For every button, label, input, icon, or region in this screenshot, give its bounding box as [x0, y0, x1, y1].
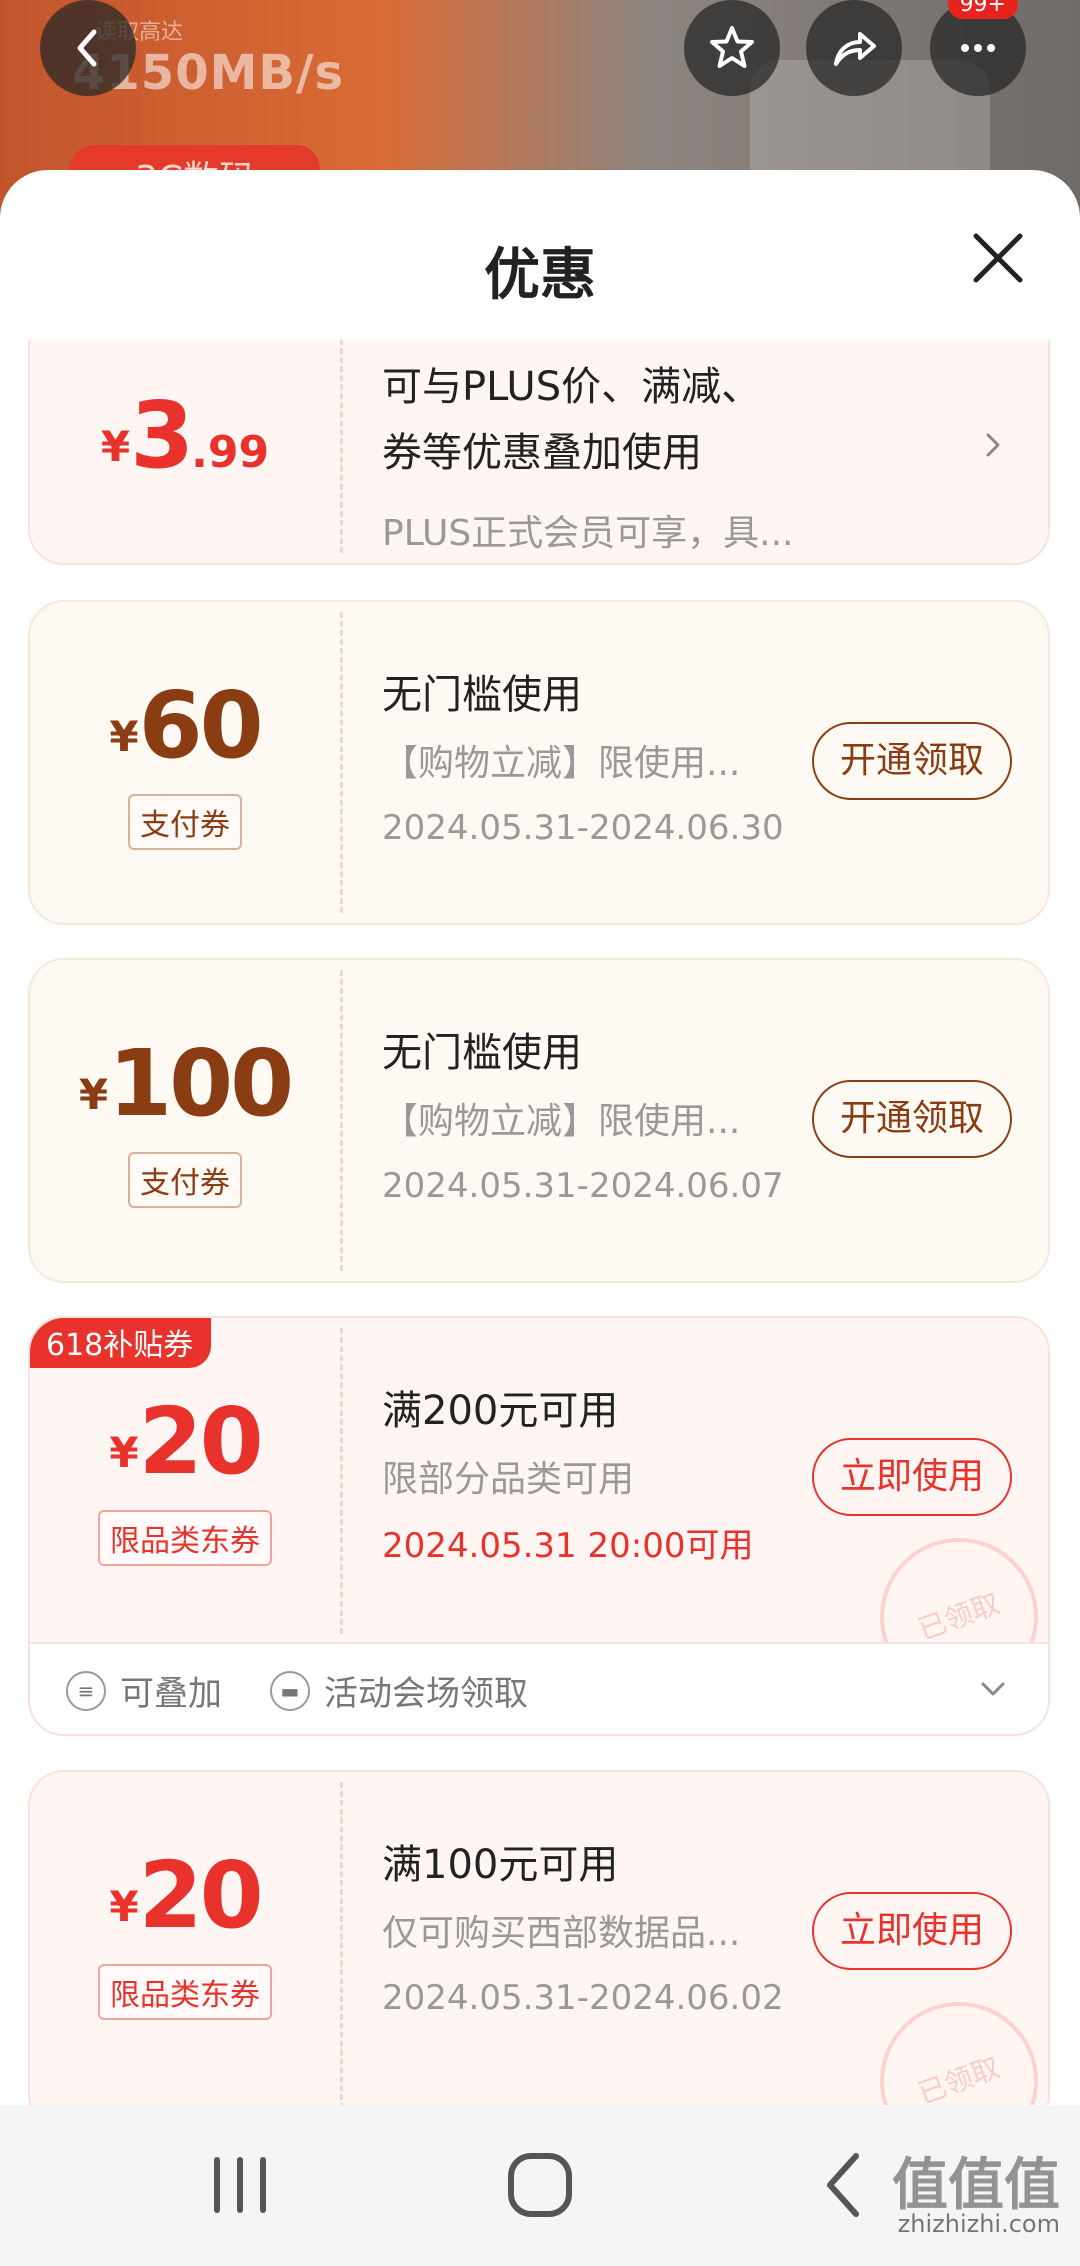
claimed-stamp: 已领取 [857, 1979, 1048, 2105]
subsidy-ribbon: 618补贴券 [30, 1318, 212, 1368]
close-icon[interactable] [968, 228, 1028, 288]
sheet-title: 优惠 [484, 243, 596, 308]
watermark-logo: 值值值 [892, 2153, 1060, 2218]
coupon-tag: 限品类东券 [30, 1510, 340, 1566]
coupon-card-plus[interactable]: ¥3.99 可与PLUS价、满减、 券等优惠叠加使用 PLUS正式会员可享，具.… [28, 340, 1050, 565]
share-icon [834, 32, 876, 66]
more-button[interactable]: 99+ [930, 0, 1026, 96]
coupon-desc: 限部分品类可用 [382, 1459, 635, 1500]
coupon-card-20-a[interactable]: 618补贴券 ¥20 限品类东券 满200元可用 限部分品类可用 2024.05… [28, 1316, 1050, 1736]
use-now-button[interactable]: 立即使用 [812, 1438, 1012, 1516]
coupon-amount: ¥20 [109, 1388, 263, 1495]
coupon-desc-line2: 券等优惠叠加使用 [382, 430, 702, 476]
watermark-site: zhizhizhi.com [897, 2210, 1060, 2238]
coupon-desc: 【购物立减】限使用... [382, 743, 741, 784]
star-icon [710, 26, 754, 68]
coupon-card-60[interactable]: ¥60 支付券 无门槛使用 【购物立减】限使用... 2024.05.31-20… [28, 600, 1050, 925]
message-badge: 99+ [947, 0, 1018, 19]
coupon-amount: ¥20 [109, 1842, 263, 1949]
recent-apps-icon[interactable] [195, 2140, 285, 2230]
chevron-down-icon[interactable] [978, 1674, 1008, 1704]
chevron-left-icon [77, 29, 97, 67]
coupon-card-100[interactable]: ¥100 支付券 无门槛使用 【购物立减】限使用... 2024.05.31-2… [28, 958, 1050, 1283]
stackable-label: ≡ 可叠加 [66, 1666, 222, 1715]
use-now-button[interactable]: 立即使用 [812, 1892, 1012, 1970]
more-icon [961, 44, 995, 52]
stack-icon: ≡ [66, 1670, 106, 1711]
home-icon[interactable] [495, 2140, 585, 2230]
coupon-amount: ¥3.99 [100, 382, 270, 489]
source-label: ▬ 活动会场领取 [270, 1666, 528, 1715]
claim-button[interactable]: 开通领取 [812, 1080, 1012, 1158]
coupon-validity: 2024.05.31-2024.06.30 [382, 808, 784, 848]
coupon-validity: 2024.05.31 20:00可用 [382, 1526, 754, 1566]
coupon-title: 满200元可用 [382, 1388, 619, 1434]
coupon-title: 满100元可用 [382, 1842, 619, 1888]
ticket-icon: ▬ [270, 1670, 310, 1711]
back-button[interactable] [40, 0, 136, 96]
coupon-sheet: 优惠 ¥3.99 可与PLUS价、满减、 券等优惠叠加使用 PLUS正式会员可享… [0, 170, 1080, 2105]
coupon-validity: 2024.05.31-2024.06.07 [382, 1166, 784, 1206]
coupon-validity: 2024.05.31-2024.06.02 [382, 1978, 784, 2018]
back-nav-icon[interactable] [800, 2140, 890, 2230]
coupon-footer: ≡ 可叠加 ▬ 活动会场领取 [30, 1642, 1048, 1734]
coupon-tag: 支付券 [30, 794, 340, 850]
coupon-tag: 限品类东券 [30, 1964, 340, 2020]
chevron-right-icon[interactable] [978, 430, 1008, 460]
coupon-desc-line1: 可与PLUS价、满减、 [382, 364, 762, 410]
coupon-note: PLUS正式会员可享，具... [382, 513, 794, 554]
coupon-desc: 仅可购买西部数据品... [382, 1913, 741, 1954]
share-button[interactable] [806, 0, 902, 96]
coupon-title: 无门槛使用 [382, 672, 582, 718]
favorite-button[interactable] [684, 0, 780, 96]
coupon-amount: ¥100 [78, 1030, 294, 1137]
coupon-title: 无门槛使用 [382, 1030, 582, 1076]
coupon-amount: ¥60 [109, 672, 263, 779]
claim-button[interactable]: 开通领取 [812, 722, 1012, 800]
coupon-desc: 【购物立减】限使用... [382, 1101, 741, 1142]
coupon-tag: 支付券 [30, 1152, 340, 1208]
coupon-list[interactable]: ¥3.99 可与PLUS价、满减、 券等优惠叠加使用 PLUS正式会员可享，具.… [0, 340, 1080, 2105]
coupon-card-20-b[interactable]: ¥20 限品类东券 满100元可用 仅可购买西部数据品... 2024.05.3… [28, 1770, 1050, 2105]
